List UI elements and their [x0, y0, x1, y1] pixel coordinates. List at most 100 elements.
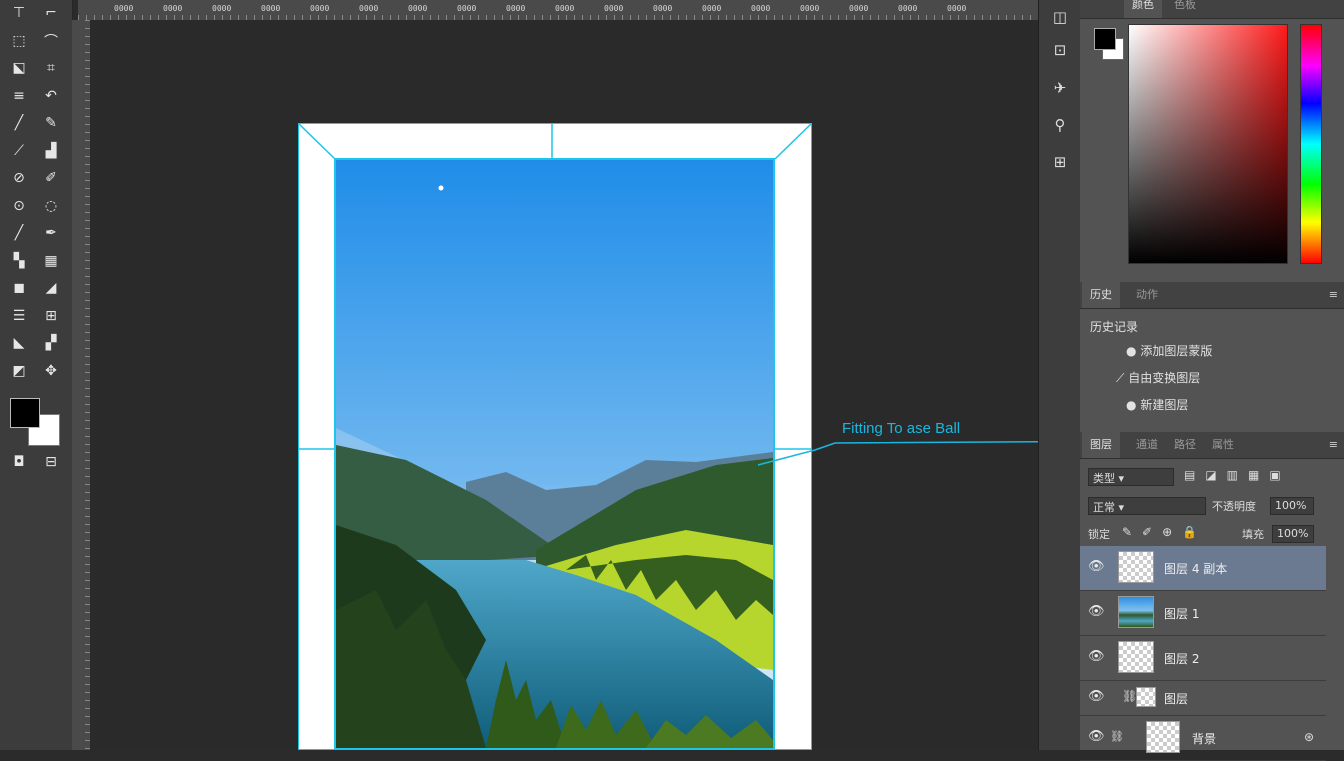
right-panels: 颜色 色板 历史 动作 ≡ 历史记录 ● 添加图层蒙版 ⟋ 自由变换图层 ● 新…: [1080, 0, 1344, 761]
blend-mode-value: 正常: [1093, 501, 1115, 514]
libraries-panel-icon[interactable]: ⊞: [1048, 150, 1072, 174]
shape-tool-icon[interactable]: ◼: [8, 279, 30, 297]
pencil-tool-icon[interactable]: ✎: [40, 114, 62, 132]
zoom-tool-icon[interactable]: ☰: [8, 307, 30, 325]
history-item-icon: ⟋: [1116, 371, 1125, 385]
layer-row[interactable]: 👁 图层 4 副本: [1080, 546, 1326, 591]
panel-menu-icon[interactable]: ≡: [1329, 288, 1338, 301]
marquee-tool-icon[interactable]: ⬚: [8, 32, 30, 50]
blur-tool-icon[interactable]: ◌: [40, 197, 62, 215]
ruler-tick-label: 0000: [800, 4, 820, 13]
tab-paths[interactable]: 路径: [1166, 432, 1204, 458]
history-item-label: 自由变换图层: [1128, 371, 1201, 385]
horizontal-ruler[interactable]: 0000 0000 0000 0000 0000 0000 0000 0000 0000 0000…: [78, 0, 1038, 21]
color-picker-field[interactable]: [1128, 24, 1288, 264]
visibility-eye-icon[interactable]: 👁: [1088, 689, 1105, 704]
layer-row[interactable]: 👁 图层 1: [1080, 591, 1326, 636]
layer-row[interactable]: 👁 图层 2: [1080, 636, 1326, 681]
ruler-tick-label: 0000: [408, 4, 428, 13]
link-icon: ⛓: [1110, 730, 1124, 743]
visibility-eye-icon[interactable]: 👁: [1088, 559, 1105, 574]
gradient-tool-icon[interactable]: ⊙: [8, 197, 30, 215]
properties-panel-icon[interactable]: ⊡: [1048, 38, 1072, 62]
ruler-tick-label: 0000: [751, 4, 771, 13]
lasso-tool-icon[interactable]: ⌒: [40, 32, 62, 50]
fill-input[interactable]: 100%: [1272, 525, 1314, 543]
landscape-image[interactable]: [334, 158, 775, 750]
eyedropper-icon[interactable]: ↶: [40, 87, 62, 105]
ruler-tick-label: 0000: [555, 4, 575, 13]
stamp-tool-icon[interactable]: ▟: [40, 142, 62, 160]
count-tool-icon[interactable]: ✥: [40, 362, 62, 380]
move-tool-icon[interactable]: ⊤: [8, 4, 30, 22]
layer-row[interactable]: 👁 ⛓ 图层: [1080, 681, 1326, 716]
blend-mode-select[interactable]: 正常 ▾: [1088, 497, 1206, 515]
tab-color[interactable]: 颜色: [1124, 0, 1162, 18]
hue-slider[interactable]: [1300, 24, 1322, 264]
layers-panel-tabs: 图层 通道 路径 属性 ≡: [1080, 432, 1344, 459]
lock-icons[interactable]: ✎✐⊕🔒: [1122, 525, 1207, 539]
brush-settings-icon[interactable]: ⚲: [1048, 113, 1072, 137]
tab-channels[interactable]: 通道: [1128, 432, 1166, 458]
rotate-view-icon[interactable]: ◣: [8, 334, 30, 352]
brush-tool-icon[interactable]: ╱: [8, 114, 30, 132]
tools-panel: ⊤ ⌐ ⬚ ⌒ ⬕ ⌗ ≡ ↶ ╱ ✎ ⟋ ▟ ⊘ ✐ ⊙ ◌ ╱ ✒ ▚ ▦ ◼ ◢ ☰ ⊞ ◣ ▞ ◩ ✥ ◘ ⊟: [0, 0, 73, 750]
panel-menu-icon[interactable]: ≡: [1329, 438, 1338, 451]
layer-filter-select[interactable]: 类型 ▾: [1088, 468, 1174, 486]
tab-actions[interactable]: 动作: [1128, 282, 1166, 308]
layer-name: 背景: [1192, 732, 1217, 746]
artboard-tool-icon[interactable]: ⌐: [40, 4, 62, 22]
history-item[interactable]: ● 新建图层: [1126, 396, 1188, 413]
foreground-color-swatch[interactable]: [10, 398, 40, 428]
tab-swatches[interactable]: 色板: [1166, 0, 1204, 18]
crop-tool-icon[interactable]: ⌗: [40, 59, 62, 77]
visibility-eye-icon[interactable]: 👁: [1088, 729, 1105, 744]
tab-history[interactable]: 历史: [1082, 282, 1120, 308]
history-item[interactable]: ⟋ 自由变换图层: [1116, 369, 1200, 386]
quick-mask-icon[interactable]: ◘: [8, 453, 30, 471]
opacity-input[interactable]: 100%: [1270, 497, 1314, 515]
ruler-tick-label: 0000: [947, 4, 967, 13]
history-brush-icon[interactable]: ⊘: [8, 169, 30, 187]
layer-mask-thumbnail: [1136, 687, 1156, 707]
ruler-tick-label: 0000: [310, 4, 330, 13]
vertical-ruler[interactable]: [72, 20, 91, 750]
history-item-label: 新建图层: [1140, 398, 1189, 412]
heal-tool-icon[interactable]: ⟋: [8, 142, 30, 160]
ruler-tick-label: 0000: [849, 4, 869, 13]
history-panel-icon[interactable]: ◫: [1048, 5, 1072, 29]
visibility-eye-icon[interactable]: 👁: [1088, 604, 1105, 619]
layer-row[interactable]: 👁 ⛓ 背景 ⊛: [1080, 716, 1326, 761]
history-item[interactable]: ● 添加图层蒙版: [1126, 342, 1212, 359]
pen-tool-icon[interactable]: ✒: [40, 224, 62, 242]
layer-filter-value: 类型: [1093, 472, 1115, 485]
actions-panel-icon[interactable]: ✈: [1048, 76, 1072, 100]
layer-name: 图层: [1164, 692, 1189, 706]
screen-mode-icon[interactable]: ⊟: [40, 453, 62, 471]
eraser-tool-icon[interactable]: ✐: [40, 169, 62, 187]
extra-tool-icon[interactable]: ▞: [40, 334, 62, 352]
quick-select-icon[interactable]: ⬕: [8, 59, 30, 77]
visibility-eye-icon[interactable]: 👁: [1088, 649, 1105, 664]
foreground-color-swatch[interactable]: [1094, 28, 1116, 50]
ruler-tick-label: 0000: [163, 4, 183, 13]
hand-tool-icon[interactable]: ◢: [40, 279, 62, 297]
history-item-icon: ●: [1126, 398, 1137, 412]
tab-layers[interactable]: 图层: [1082, 432, 1120, 458]
color-panel-tabs: 颜色 色板: [1080, 0, 1344, 19]
lock-icon[interactable]: ⊛: [1304, 730, 1314, 744]
path-select-icon[interactable]: ▦: [40, 252, 62, 270]
layer-filter-icons[interactable]: ▤◪▥▦▣: [1184, 468, 1291, 482]
layer-thumbnail: [1118, 551, 1154, 583]
history-item-icon: ●: [1126, 344, 1137, 358]
edit-toolbar-icon[interactable]: ⊞: [40, 307, 62, 325]
dodge-tool-icon[interactable]: ╱: [8, 224, 30, 242]
type-tool-icon[interactable]: ▚: [8, 252, 30, 270]
opacity-value: 100%: [1275, 499, 1307, 512]
frame-tool-icon[interactable]: ≡: [8, 87, 30, 105]
fill-label: 填充: [1242, 528, 1264, 541]
ruler-tick-label: 0000: [114, 4, 134, 13]
note-tool-icon[interactable]: ◩: [8, 362, 30, 380]
tab-properties[interactable]: 属性: [1204, 432, 1242, 458]
layer-name: 图层 1: [1164, 607, 1200, 621]
